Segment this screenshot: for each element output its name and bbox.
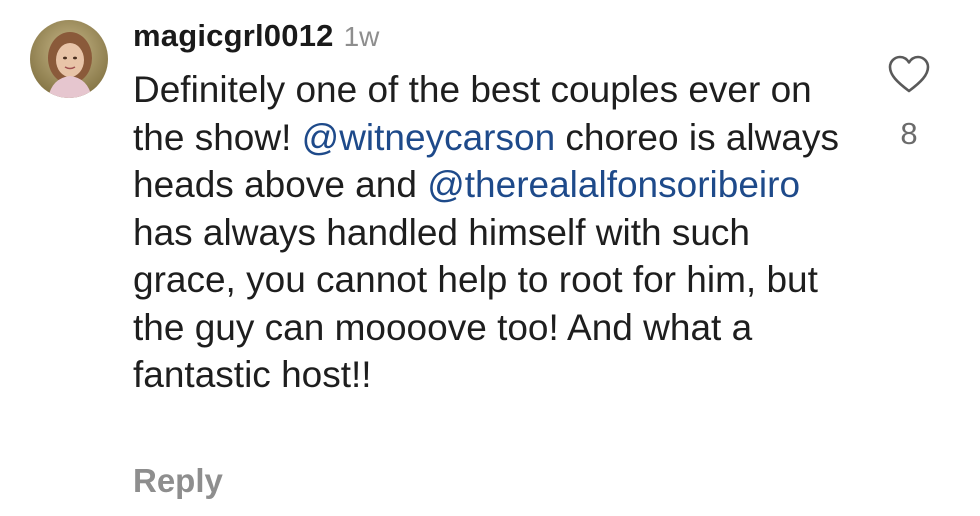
like-count: 8 — [900, 116, 918, 151]
comment-meta: magicgrl0012 1w — [133, 18, 853, 58]
comment-text: Definitely one of the best couples ever … — [133, 66, 853, 399]
comment: magicgrl0012 1w Definitely one of the be… — [0, 0, 980, 516]
comment-body: magicgrl0012 1w Definitely one of the be… — [133, 18, 853, 399]
reply-button[interactable]: Reply — [133, 462, 223, 500]
avatar[interactable] — [30, 20, 108, 98]
avatar-image — [30, 20, 108, 98]
username[interactable]: magicgrl0012 — [133, 18, 334, 54]
comment-text-part: has always handled himself with such gra… — [133, 211, 818, 396]
heart-outline-icon[interactable] — [887, 54, 931, 94]
like-control: 8 — [884, 54, 934, 152]
mention-link[interactable]: @therealalfonsoribeiro — [427, 164, 800, 205]
mention-link[interactable]: @witneycarson — [302, 117, 556, 158]
timestamp: 1w — [343, 21, 380, 52]
